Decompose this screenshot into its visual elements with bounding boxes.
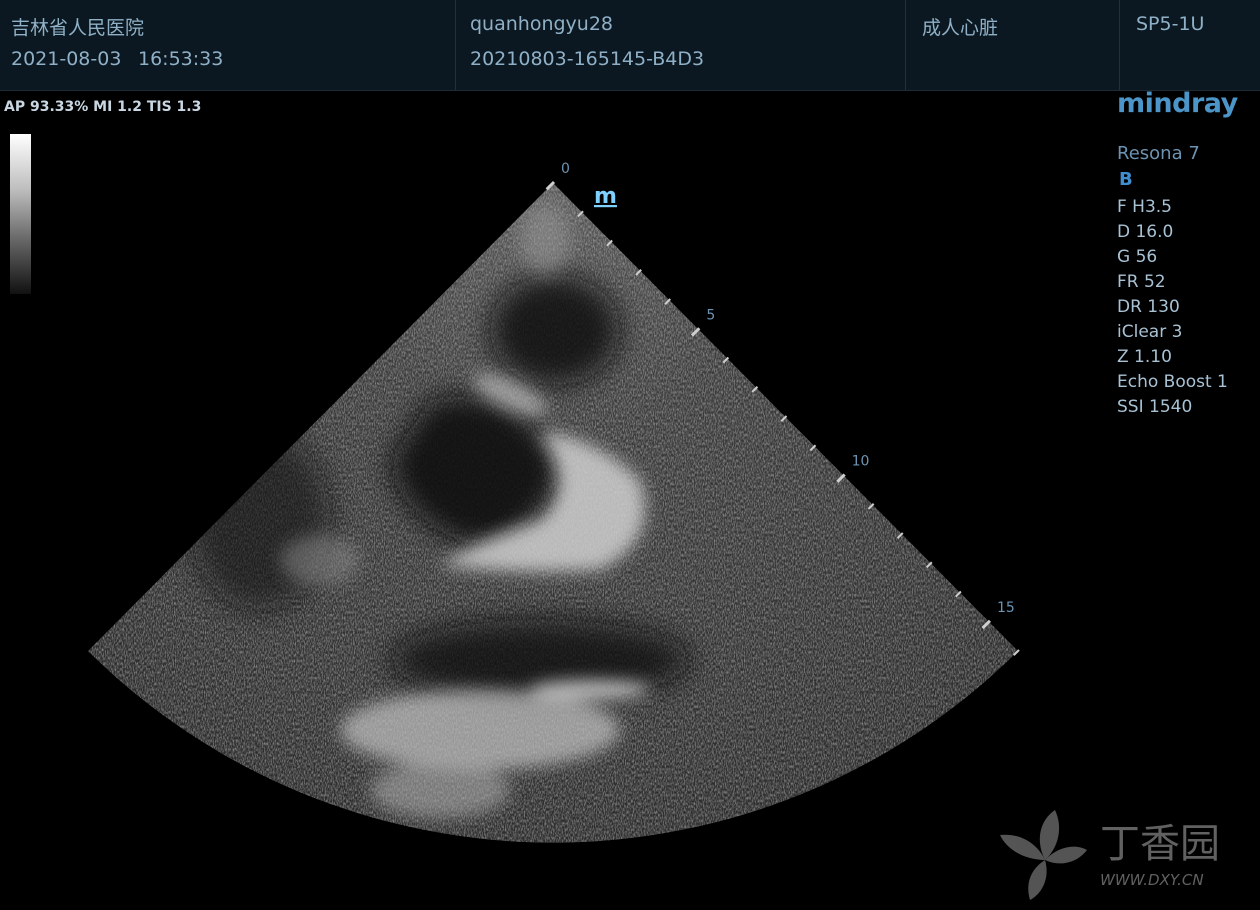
depth-label: 10 [852,454,870,470]
depth-label: 15 [997,600,1015,616]
flower-icon [1000,810,1087,900]
sector-content [88,183,1018,843]
ultrasound-sector-image: 0 5 10 15 m [88,161,1020,843]
dxy-watermark: 丁香园 WWW.DXY.CN [1000,810,1220,900]
depth-label: 0 [561,161,570,177]
watermark-name: 丁香园 [1100,821,1220,867]
probe-orientation-marker: m [594,184,617,209]
depth-label: 5 [706,307,715,323]
watermark-url: WWW.DXY.CN [1100,871,1204,889]
